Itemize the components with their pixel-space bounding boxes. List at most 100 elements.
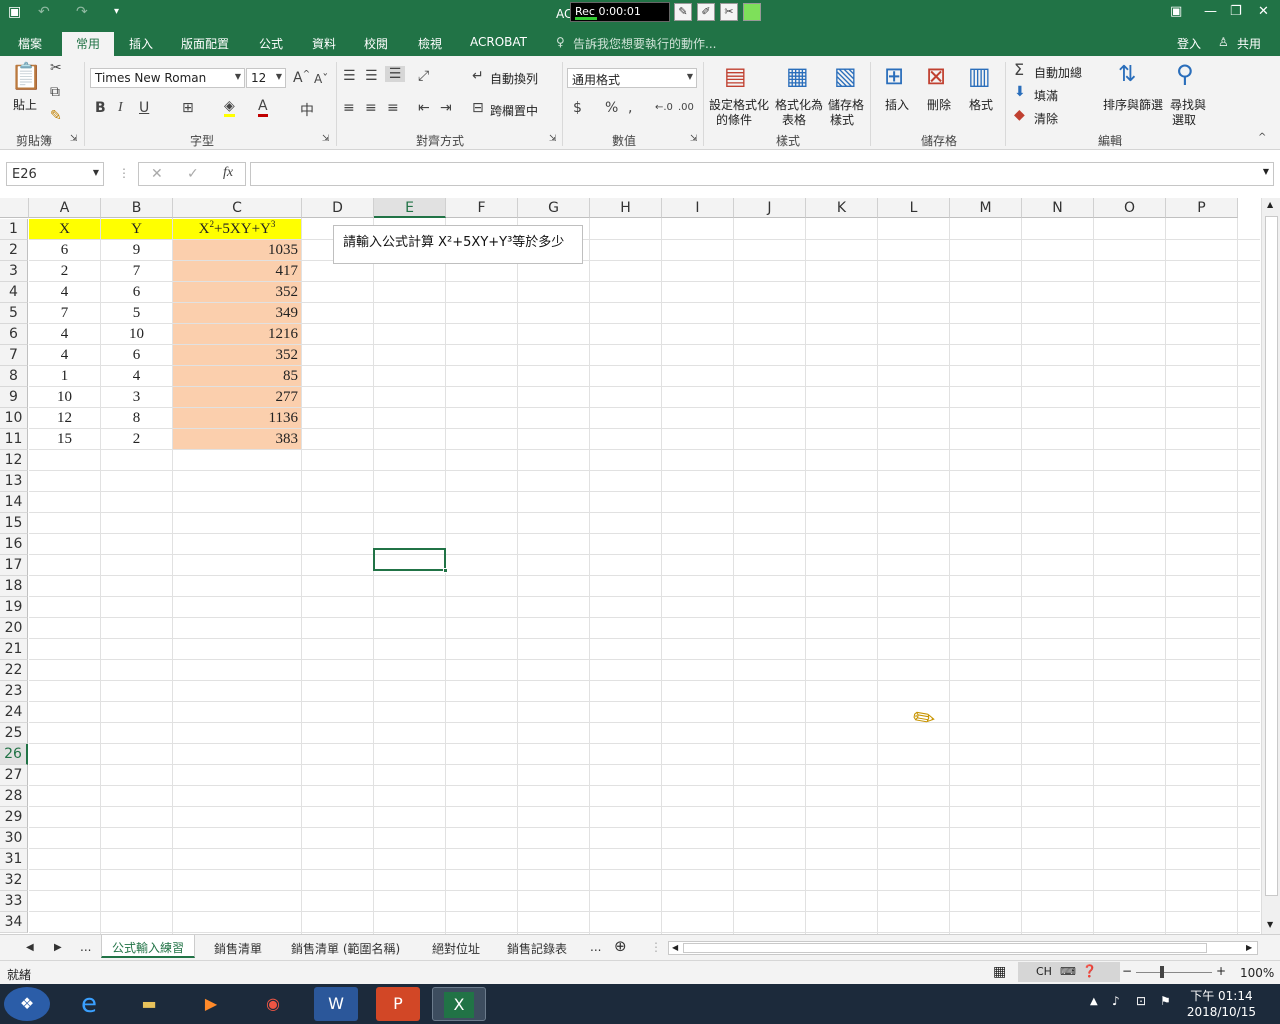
merge-center-icon[interactable]: ⊟: [472, 100, 484, 116]
format-as-table-line2[interactable]: 表格: [782, 111, 806, 128]
row-header-13[interactable]: 13: [0, 471, 28, 492]
column-header-o[interactable]: O: [1094, 198, 1166, 218]
clear-button[interactable]: 清除: [1034, 110, 1058, 127]
instruction-textbox[interactable]: 請輸入公式計算 X²+5XY+Y³等於多少: [333, 225, 583, 264]
format-painter-icon[interactable]: ✎: [50, 108, 62, 124]
format-as-table-icon[interactable]: ▦: [786, 62, 809, 90]
recorder-stop-icon[interactable]: [743, 3, 761, 21]
font-size-select[interactable]: 12 ▼: [246, 68, 286, 88]
copy-icon[interactable]: ⧉: [50, 84, 60, 100]
more-sheets-left[interactable]: ...: [80, 940, 91, 954]
sheet-tab-sales-list-range[interactable]: 銷售清單 (範圍名稱): [291, 940, 400, 957]
tab-acrobat[interactable]: ACROBAT: [470, 35, 527, 49]
scroll-right-icon[interactable]: ▶: [1246, 943, 1252, 952]
row-header-17[interactable]: 17: [0, 555, 28, 576]
delete-cells-icon[interactable]: ⊠: [926, 62, 946, 90]
horizontal-scrollbar[interactable]: ◀ ▶: [668, 941, 1258, 955]
tab-view[interactable]: 檢視: [418, 35, 442, 52]
keyboard-icon[interactable]: ⌨: [1060, 965, 1076, 978]
underline-icon[interactable]: U: [139, 100, 149, 116]
action-center-icon[interactable]: ⚑: [1160, 994, 1171, 1008]
row-header-34[interactable]: 34: [0, 912, 28, 933]
column-header-n[interactable]: N: [1022, 198, 1094, 218]
cell-a3[interactable]: 2: [29, 261, 101, 282]
sheet-tab-sales-list[interactable]: 銷售清單: [214, 940, 262, 957]
conditional-format-icon[interactable]: ▤: [724, 62, 747, 90]
italic-icon[interactable]: I: [118, 100, 123, 116]
orientation-icon[interactable]: ⤢: [418, 68, 429, 84]
number-format-select[interactable]: 通用格式 ▼: [567, 68, 697, 88]
font-name-select[interactable]: Times New Roman ▼: [90, 68, 245, 88]
number-launcher-icon[interactable]: ⇲: [690, 134, 698, 144]
bold-icon[interactable]: B: [95, 100, 106, 116]
alignment-launcher-icon[interactable]: ⇲: [549, 134, 557, 144]
restore-icon[interactable]: ❐: [1230, 4, 1242, 19]
collapse-ribbon-icon[interactable]: ^: [1258, 132, 1266, 143]
column-header-l[interactable]: L: [878, 198, 950, 218]
cell-a4[interactable]: 4: [29, 282, 101, 303]
clock[interactable]: 下午 01:14 2018/10/15: [1187, 988, 1256, 1020]
comma-icon[interactable]: ,: [628, 100, 632, 116]
start-button[interactable]: ❖: [4, 987, 50, 1021]
wrap-text-icon[interactable]: ↵: [472, 68, 484, 84]
ime-lang[interactable]: CH: [1036, 965, 1052, 978]
insert-cells-icon[interactable]: ⊞: [884, 62, 904, 90]
excel-icon[interactable]: X: [432, 987, 486, 1021]
align-left-icon[interactable]: ≡: [343, 100, 355, 116]
font-launcher-icon[interactable]: ⇲: [322, 134, 330, 144]
scroll-left-icon[interactable]: ◀: [672, 943, 678, 952]
cell-b8[interactable]: 4: [101, 366, 173, 387]
paste-button[interactable]: 貼上: [13, 96, 37, 113]
sort-filter-icon[interactable]: ⇅: [1118, 62, 1136, 87]
cell-b5[interactable]: 5: [101, 303, 173, 324]
row-header-18[interactable]: 18: [0, 576, 28, 597]
row-header-21[interactable]: 21: [0, 639, 28, 660]
zoom-out-icon[interactable]: −: [1122, 964, 1132, 978]
row-header-15[interactable]: 15: [0, 513, 28, 534]
grow-font-icon[interactable]: A^: [293, 70, 310, 86]
phonetic-icon[interactable]: 中: [300, 100, 314, 120]
cell-a8[interactable]: 1: [29, 366, 101, 387]
tab-insert[interactable]: 插入: [129, 35, 153, 52]
row-header-10[interactable]: 10: [0, 408, 28, 429]
scroll-down-icon[interactable]: ▼: [1267, 920, 1273, 929]
cut-icon[interactable]: ✂: [50, 60, 62, 76]
cell-c8[interactable]: 85: [173, 366, 302, 387]
column-header-f[interactable]: F: [446, 198, 518, 218]
row-header-1[interactable]: 1: [0, 219, 28, 240]
column-header-a[interactable]: A: [29, 198, 101, 218]
cell-a9[interactable]: 10: [29, 387, 101, 408]
sign-in-link[interactable]: 登入: [1177, 35, 1201, 52]
undo-icon[interactable]: ↶: [38, 4, 50, 20]
find-select-icon[interactable]: ⚲: [1176, 60, 1194, 88]
cell-b7[interactable]: 6: [101, 345, 173, 366]
find-select-line2[interactable]: 選取: [1172, 111, 1196, 128]
column-header-p[interactable]: P: [1166, 198, 1238, 218]
tab-home[interactable]: 常用: [62, 32, 115, 56]
vertical-scrollbar[interactable]: ▲ ▼: [1261, 198, 1280, 934]
fill-color-icon[interactable]: ◈: [224, 98, 235, 117]
tab-formulas[interactable]: 公式: [259, 35, 283, 52]
column-header-e[interactable]: E: [374, 198, 446, 218]
autosum-icon[interactable]: Σ: [1014, 60, 1024, 79]
paste-icon[interactable]: 📋: [10, 62, 42, 92]
cell-c9[interactable]: 277: [173, 387, 302, 408]
delete-cells-button[interactable]: 刪除: [927, 96, 951, 113]
cell-styles-icon[interactable]: ▧: [834, 62, 857, 90]
row-header-3[interactable]: 3: [0, 261, 28, 282]
row-header-26[interactable]: 26: [0, 744, 28, 765]
cell-b6[interactable]: 10: [101, 324, 173, 345]
cell-a11[interactable]: 15: [29, 429, 101, 450]
active-cell-e26[interactable]: [373, 548, 448, 573]
fill-icon[interactable]: ⬇: [1014, 84, 1026, 100]
row-header-12[interactable]: 12: [0, 450, 28, 471]
increase-indent-icon[interactable]: ⇥: [440, 100, 452, 116]
column-header-j[interactable]: J: [734, 198, 806, 218]
cell-c11[interactable]: 383: [173, 429, 302, 450]
row-header-5[interactable]: 5: [0, 303, 28, 324]
zoom-slider[interactable]: [1136, 972, 1212, 973]
file-explorer-icon[interactable]: ▬: [122, 987, 176, 1021]
zoom-slider-thumb[interactable]: [1160, 966, 1164, 978]
percent-icon[interactable]: %: [605, 100, 618, 116]
word-icon[interactable]: W: [314, 987, 358, 1021]
